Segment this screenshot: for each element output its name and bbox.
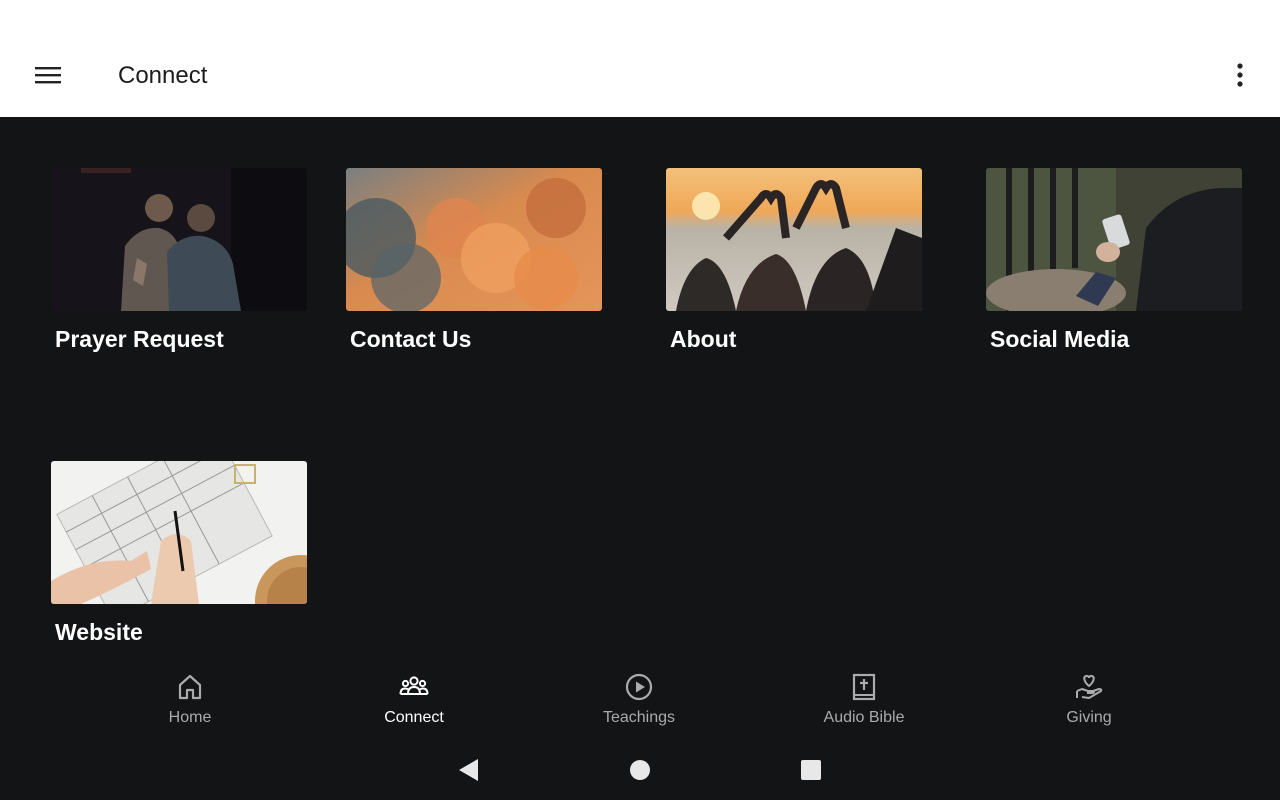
bible-icon: [852, 673, 876, 701]
hamburger-menu-icon[interactable]: [30, 58, 66, 92]
tile-website[interactable]: Website: [51, 461, 307, 646]
play-circle-icon: [625, 673, 653, 701]
tile-contact-us[interactable]: Contact Us: [346, 168, 602, 353]
recents-square-icon[interactable]: [796, 755, 826, 785]
tile-about[interactable]: About: [666, 168, 922, 353]
group-icon: [399, 676, 429, 695]
more-vertical-icon[interactable]: [1224, 58, 1256, 92]
tile-label: Website: [55, 619, 143, 645]
nav-teachings[interactable]: Teachings: [574, 672, 704, 732]
tile-label: Social Media: [990, 326, 1130, 352]
website-image: [51, 461, 307, 604]
top-app-bar: Connect: [0, 0, 1280, 117]
page-title: Connect: [118, 62, 208, 89]
nav-connect[interactable]: Connect: [349, 672, 479, 732]
nav-label: Connect: [384, 709, 444, 726]
about-image: [666, 168, 922, 311]
nav-home[interactable]: Home: [125, 672, 255, 732]
prayer-request-image: [51, 168, 307, 311]
nav-audio-bible[interactable]: Audio Bible: [799, 672, 929, 732]
giving-hand-heart-icon: [1076, 674, 1103, 699]
nav-label: Teachings: [602, 709, 676, 726]
tile-label: Prayer Request: [55, 326, 224, 352]
social-media-image: [986, 168, 1242, 311]
home-circle-icon[interactable]: [625, 755, 655, 785]
nav-label: Home: [168, 709, 212, 726]
contact-us-image: [346, 168, 602, 311]
nav-label: Audio Bible: [823, 709, 905, 726]
back-icon[interactable]: [453, 755, 483, 785]
home-icon: [178, 674, 202, 700]
system-navigation-bar: [0, 740, 1280, 800]
tile-label: About: [670, 326, 737, 352]
tile-label: Contact Us: [350, 326, 472, 352]
tile-social-media[interactable]: Social Media: [986, 168, 1242, 353]
nav-label: Giving: [1066, 709, 1112, 726]
tile-prayer-request[interactable]: Prayer Request: [51, 168, 307, 353]
nav-giving[interactable]: Giving: [1024, 672, 1154, 732]
bottom-navigation: Home Connect Teachings Audio Bible Givin…: [0, 660, 1280, 740]
